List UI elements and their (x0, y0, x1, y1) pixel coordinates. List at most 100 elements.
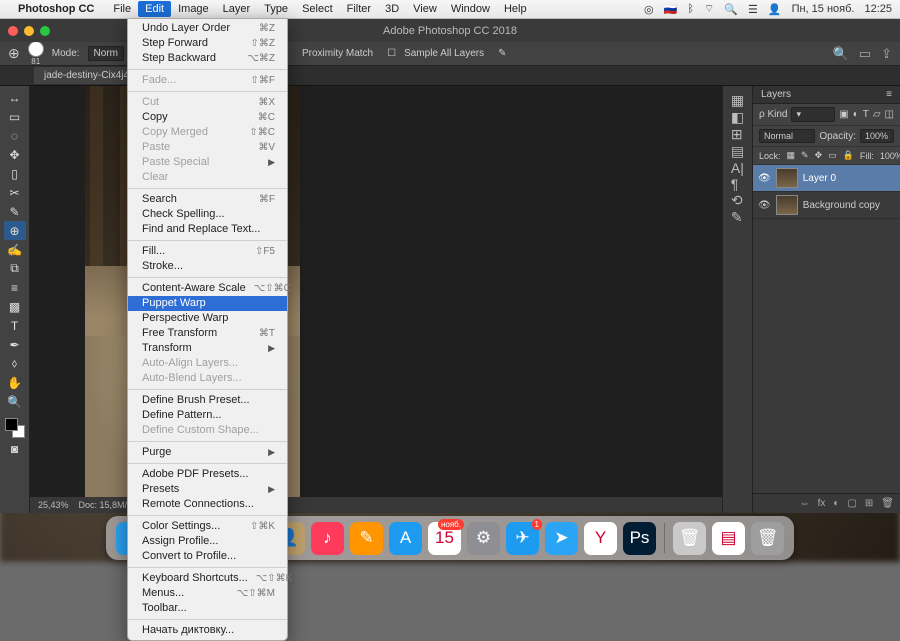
filter-kind[interactable]: ρ Kind (759, 109, 787, 120)
menuitem-perspective-warp[interactable]: Perspective Warp (128, 311, 287, 326)
lock-position-icon[interactable]: ✥ (815, 150, 823, 161)
tool-1[interactable]: ▭ (4, 107, 26, 126)
dock-mail[interactable]: ✈ (506, 522, 539, 555)
menuitem-step-backward[interactable]: Step Backward⌥⌘Z (128, 51, 287, 66)
menu-select[interactable]: Select (295, 3, 340, 15)
menuitem-find-and-replace-text-[interactable]: Find and Replace Text... (128, 222, 287, 237)
tool-7[interactable]: ⊕ (4, 221, 26, 240)
menu-image[interactable]: Image (171, 3, 216, 15)
menu-edit[interactable]: Edit (138, 1, 171, 17)
dock-music[interactable]: ♪ (311, 522, 344, 555)
language-icon[interactable]: 🇷🇺 (664, 3, 678, 16)
menubar-time[interactable]: 12:25 (864, 3, 892, 15)
tool-13[interactable]: ✒ (4, 335, 26, 354)
sample-all-layers-checkbox[interactable]: Sample All Layers (404, 48, 484, 59)
dock-telegram[interactable]: ➤ (545, 522, 578, 555)
layer-row[interactable]: 👁Background copy (753, 192, 900, 219)
menuitem-purge[interactable]: Purge▶ (128, 445, 287, 460)
quickmask-icon[interactable]: ◙ (4, 439, 26, 458)
zoom-level[interactable]: 25,43% (38, 500, 69, 510)
panel-icon-7[interactable]: ✎ (731, 209, 744, 226)
tool-icon[interactable]: ⊕ (8, 45, 20, 62)
dock-settings[interactable]: ⚙ (467, 522, 500, 555)
menu-help[interactable]: Help (497, 3, 534, 15)
menuitem-undo-layer-order[interactable]: Undo Layer Order⌘Z (128, 21, 287, 36)
menuitem-keyboard-shortcuts-[interactable]: Keyboard Shortcuts...⌥⇧⌘K (128, 571, 287, 586)
delete-layer-icon[interactable]: 🗑 (881, 498, 894, 509)
panel-icon-3[interactable]: ▤ (731, 143, 744, 160)
tool-15[interactable]: ✋ (4, 373, 26, 392)
brush-preview[interactable] (28, 41, 44, 57)
panel-icon-1[interactable]: ◧ (731, 109, 744, 126)
tool-3[interactable]: ✥ (4, 145, 26, 164)
tool-8[interactable]: ✍ (4, 240, 26, 259)
search-icon[interactable]: 🔍 (833, 46, 849, 62)
panel-icon-0[interactable]: ▦ (731, 92, 744, 109)
filter-shape-icon[interactable]: ▱ (873, 109, 881, 120)
lock-artboard-icon[interactable]: ▭ (828, 150, 837, 161)
color-swatches[interactable] (5, 418, 25, 438)
menuitem-step-forward[interactable]: Step Forward⇧⌘Z (128, 36, 287, 51)
dock-doc[interactable]: ▤ (712, 522, 745, 555)
tool-9[interactable]: ⧉ (4, 259, 26, 278)
panel-icon-2[interactable]: ⊞ (731, 126, 744, 143)
new-layer-icon[interactable]: ⊞ (865, 498, 873, 509)
tool-14[interactable]: ⬨ (4, 354, 26, 373)
minimize-window-button[interactable] (24, 26, 34, 36)
blend-mode-select[interactable]: Normal (759, 129, 815, 143)
menuitem-puppet-warp[interactable]: Puppet Warp (128, 296, 287, 311)
menuitem-adobe-pdf-presets-[interactable]: Adobe PDF Presets... (128, 467, 287, 482)
layer-row[interactable]: 👁Layer 0 (753, 165, 900, 192)
menuitem-presets[interactable]: Presets▶ (128, 482, 287, 497)
menuitem-menus-[interactable]: Menus...⌥⇧⌘M (128, 586, 287, 601)
telegram-status-icon[interactable]: ◎ (644, 3, 654, 16)
control-center-icon[interactable]: ☰ (748, 3, 758, 16)
close-window-button[interactable] (8, 26, 18, 36)
layer-mask-icon[interactable]: ◐ (833, 498, 839, 509)
workspace-icon[interactable]: ▭ (859, 46, 871, 62)
menu-view[interactable]: View (406, 3, 444, 15)
menuitem-начать-диктовку-[interactable]: Начать диктовку... (128, 623, 287, 638)
menu-layer[interactable]: Layer (216, 3, 258, 15)
tool-2[interactable]: ◌ (4, 126, 26, 145)
dock-appstore[interactable]: A (389, 522, 422, 555)
menuitem-stroke-[interactable]: Stroke... (128, 259, 287, 274)
pressure-icon[interactable]: ✎ (498, 48, 506, 59)
layers-tab[interactable]: Layers (761, 89, 791, 100)
panel-icon-5[interactable]: ¶ (731, 176, 744, 192)
wifi-icon[interactable]: ⌔ (704, 2, 714, 16)
dock-pages[interactable]: ✎ (350, 522, 383, 555)
filter-adjust-icon[interactable]: ◐ (853, 109, 859, 120)
layer-fx-icon[interactable]: fx (818, 498, 826, 509)
app-name[interactable]: Photoshop CC (18, 3, 94, 15)
menuitem-define-pattern-[interactable]: Define Pattern... (128, 408, 287, 423)
tool-12[interactable]: T (4, 316, 26, 335)
tool-16[interactable]: 🔍 (4, 392, 26, 411)
lock-all-icon[interactable]: 🔒 (843, 150, 854, 161)
dock-yandex[interactable]: Y (584, 522, 617, 555)
fill-field[interactable]: 100% (880, 151, 900, 161)
panel-icon-6[interactable]: ⟲ (731, 192, 744, 209)
mode-select[interactable]: Norm (88, 46, 124, 61)
menuitem-toolbar-[interactable]: Toolbar... (128, 601, 287, 616)
menubar-date[interactable]: Пн, 15 нояб. (792, 3, 855, 15)
dock-trash1[interactable]: 🗑 (673, 522, 706, 555)
panel-menu-icon[interactable]: ≡ (886, 89, 892, 100)
bluetooth-icon[interactable]: ᛒ (687, 3, 694, 15)
menuitem-search[interactable]: Search⌘F (128, 192, 287, 207)
tool-0[interactable]: ↔ (4, 88, 26, 107)
menuitem-fill-[interactable]: Fill...⇧F5 (128, 244, 287, 259)
opacity-field[interactable]: 100% (860, 129, 894, 143)
menuitem-transform[interactable]: Transform▶ (128, 341, 287, 356)
filter-smart-icon[interactable]: ◫ (885, 109, 894, 120)
menuitem-remote-connections-[interactable]: Remote Connections... (128, 497, 287, 512)
dock-trash2[interactable]: 🗑 (751, 522, 784, 555)
tool-5[interactable]: ✂ (4, 183, 26, 202)
user-icon[interactable]: 👤 (768, 3, 782, 16)
lock-pixels-icon[interactable]: ✎ (801, 150, 809, 161)
menu-type[interactable]: Type (257, 3, 295, 15)
menuitem-color-settings-[interactable]: Color Settings...⇧⌘K (128, 519, 287, 534)
visibility-icon[interactable]: 👁 (758, 200, 771, 211)
visibility-icon[interactable]: 👁 (758, 173, 771, 184)
menu-window[interactable]: Window (444, 3, 497, 15)
